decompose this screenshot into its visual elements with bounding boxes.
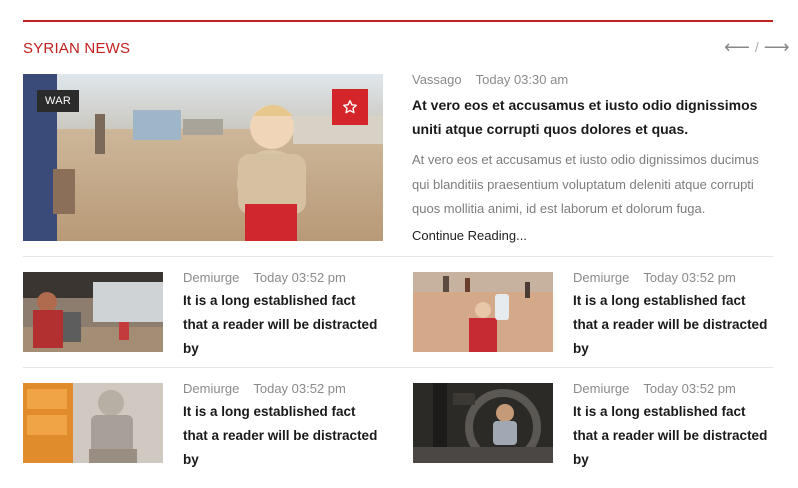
article-meta: Demiurge Today 03:52 pm [573, 270, 736, 285]
featured-excerpt: At vero eos et accusamus et iusto odio d… [412, 152, 759, 216]
post-date: Today 03:52 pm [643, 381, 736, 396]
favorite-button[interactable] [332, 89, 368, 125]
nav-separator: / [754, 39, 759, 55]
arrow-right-icon[interactable]: ⟶ [764, 38, 790, 56]
article-thumbnail[interactable] [413, 383, 553, 463]
article-thumbnail[interactable] [23, 272, 163, 352]
article-thumbnail[interactable] [413, 272, 553, 352]
author-link[interactable]: Demiurge [183, 381, 239, 396]
category-tag[interactable]: WAR [37, 90, 80, 112]
author-link[interactable]: Demiurge [183, 270, 239, 285]
article-title[interactable]: It is a long established fact that a rea… [183, 400, 383, 472]
star-outline-icon [343, 100, 357, 114]
article-photo [23, 272, 163, 352]
article-title[interactable]: It is a long established fact that a rea… [573, 400, 773, 472]
article-title[interactable]: It is a long established fact that a rea… [573, 289, 773, 361]
carousel-nav: ⟵ / ⟶ [724, 38, 790, 56]
author-link[interactable]: Vassago [412, 72, 462, 87]
author-link[interactable]: Demiurge [573, 381, 629, 396]
post-date: Today 03:52 pm [253, 381, 346, 396]
featured-meta: Vassago Today 03:30 am [412, 72, 568, 87]
author-link[interactable]: Demiurge [573, 270, 629, 285]
row-divider [23, 256, 773, 257]
article-thumbnail[interactable] [23, 383, 163, 463]
continue-reading-link[interactable]: Continue Reading... [412, 228, 527, 243]
article-meta: Demiurge Today 03:52 pm [573, 381, 736, 396]
post-date: Today 03:52 pm [643, 270, 736, 285]
featured-title[interactable]: At vero eos et accusamus et iusto odio d… [412, 93, 772, 141]
section-title: SYRIAN NEWS [23, 40, 131, 57]
arrow-left-icon[interactable]: ⟵ [724, 38, 750, 56]
featured-image[interactable]: WAR [23, 74, 383, 241]
post-date: Today 03:30 am [475, 72, 569, 87]
article-meta: Demiurge Today 03:52 pm [183, 381, 346, 396]
article-photo [23, 383, 163, 463]
article-meta: Demiurge Today 03:52 pm [183, 270, 346, 285]
post-date: Today 03:52 pm [253, 270, 346, 285]
article-photo [413, 272, 553, 352]
row-divider [23, 367, 773, 368]
article-photo [413, 383, 553, 463]
article-title[interactable]: It is a long established fact that a rea… [183, 289, 383, 361]
section-top-rule [23, 20, 773, 22]
